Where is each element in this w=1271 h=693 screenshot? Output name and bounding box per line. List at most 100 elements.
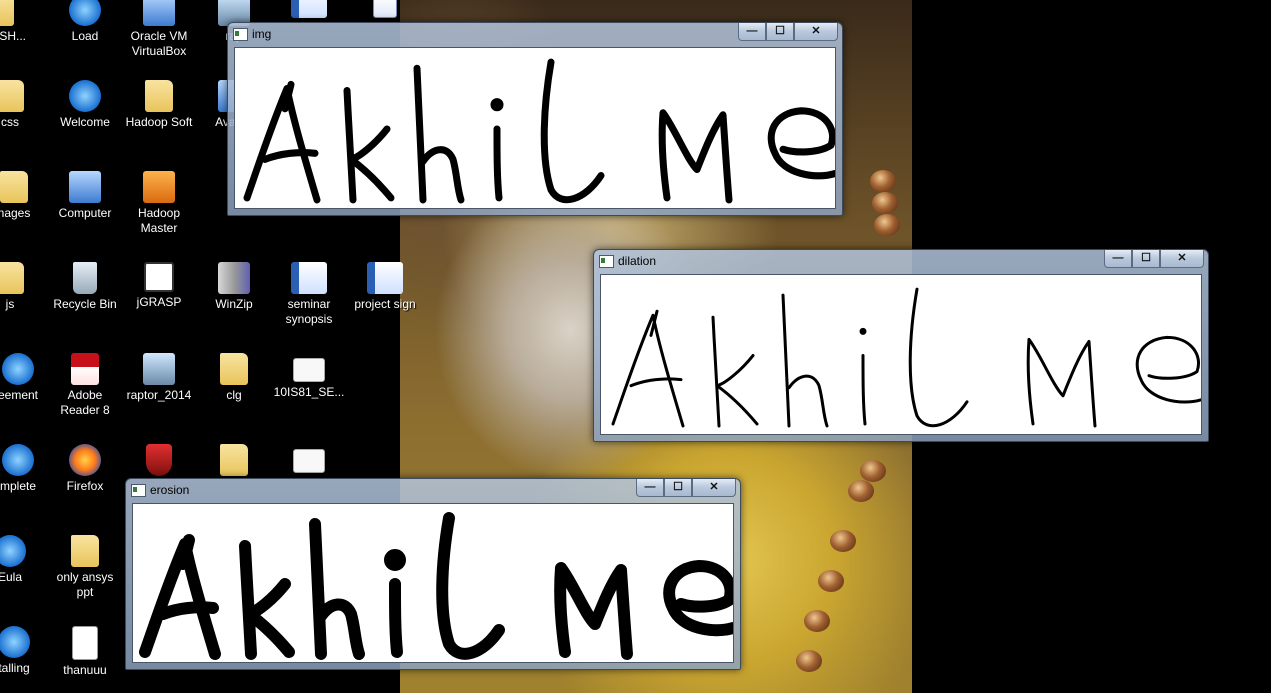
minimize-button[interactable]: — xyxy=(636,479,664,497)
image-canvas xyxy=(600,274,1202,435)
desktop-icon-label: mplete xyxy=(0,479,37,493)
desktop-icon-hadoop-master[interactable]: Hadoop Master xyxy=(121,171,197,236)
desktop-icon-load[interactable]: Load xyxy=(47,0,123,44)
maximize-button[interactable]: ☐ xyxy=(766,23,794,41)
desktop-icon-mcafee[interactable] xyxy=(121,444,197,479)
desktop-icon-thanuuu[interactable]: thanuuu xyxy=(47,626,123,678)
image-canvas xyxy=(234,47,836,209)
desktop-icon-label: eement xyxy=(0,388,39,402)
desktop-icon-clg[interactable]: clg xyxy=(196,353,272,403)
word-document-icon xyxy=(291,262,327,294)
window-controls: — ☐ ✕ xyxy=(1104,250,1204,269)
desktop-icon-word-doc[interactable] xyxy=(271,0,347,21)
desktop-icon-raptor-2014[interactable]: raptor_2014 xyxy=(121,353,197,403)
desktop-icon-label: talling xyxy=(0,661,30,675)
desktop-icon-label: seminar synopsis xyxy=(285,297,333,326)
desktop-icon-label: project sign xyxy=(354,297,416,311)
close-button[interactable]: ✕ xyxy=(692,479,736,497)
desktop-icon-label: Adobe Reader 8 xyxy=(60,388,110,417)
desktop-icon-label: css xyxy=(1,115,19,129)
close-button[interactable]: ✕ xyxy=(1160,250,1204,268)
desktop-icon-js[interactable]: js xyxy=(0,262,48,312)
window-img[interactable]: img — ☐ ✕ xyxy=(227,22,843,216)
signature-image xyxy=(243,58,835,204)
desktop-icon-label: clg xyxy=(226,388,242,402)
desktop-icon-label: Computer xyxy=(58,206,112,220)
desktop-icon-recycle-bin[interactable]: Recycle Bin xyxy=(47,262,123,312)
adobe-reader-icon xyxy=(71,353,99,385)
desktop-icon-project-sign[interactable]: project sign xyxy=(347,262,423,312)
desktop-icon-label: thanuuu xyxy=(63,663,107,677)
desktop-icon-winzip[interactable]: WinZip xyxy=(196,262,272,312)
desktop-icon-welcome[interactable]: Welcome xyxy=(47,80,123,130)
image-file-icon xyxy=(293,449,325,473)
ie-icon xyxy=(2,444,34,476)
winzip-icon xyxy=(218,262,250,294)
title-bar[interactable]: erosion — ☐ ✕ xyxy=(126,479,740,501)
ie-icon xyxy=(2,353,34,385)
desktop-icon-label: Hadoop Soft xyxy=(125,115,193,129)
desktop-icon-folder[interactable] xyxy=(196,444,272,479)
window-controls: — ☐ ✕ xyxy=(738,23,838,42)
desktop-icon-jgrasp[interactable]: jGRASP xyxy=(121,262,197,310)
desktop-icon-seminar-synopsis[interactable]: seminar synopsis xyxy=(271,262,347,327)
desktop-icon-10is81[interactable]: 10IS81_SE... xyxy=(271,353,347,400)
title-bar[interactable]: dilation — ☐ ✕ xyxy=(594,250,1208,272)
window-app-icon xyxy=(233,28,248,41)
computer-icon xyxy=(69,171,101,203)
desktop-icon-label: WinZip xyxy=(215,297,253,311)
desktop-icon-label: Eula xyxy=(0,570,23,584)
desktop-icon-label: jGRASP xyxy=(136,295,182,309)
text-file-icon xyxy=(72,626,98,660)
virtualbox-vm-icon xyxy=(143,171,175,203)
folder-icon xyxy=(0,262,24,294)
window-app-icon xyxy=(599,255,614,268)
desktop-icon-only-ansys-ppt[interactable]: only ansys ppt xyxy=(47,535,123,600)
window-title: erosion xyxy=(150,483,190,497)
close-button[interactable]: ✕ xyxy=(794,23,838,41)
desktop-icon-hadoop-soft[interactable]: Hadoop Soft xyxy=(121,80,197,130)
shortcut-icon xyxy=(373,0,397,18)
virtualbox-icon xyxy=(143,0,175,26)
signature-image xyxy=(139,512,733,660)
desktop-icon-label: only ansys ppt xyxy=(56,570,114,599)
window-app-icon xyxy=(131,484,146,497)
firefox-icon xyxy=(69,444,101,476)
desktop-icon-firefox[interactable]: Firefox xyxy=(47,444,123,494)
mcafee-icon xyxy=(146,444,172,476)
desktop-icon-css[interactable]: css xyxy=(0,80,48,130)
desktop-icon-label: js xyxy=(5,297,15,311)
desktop-icon-installing[interactable]: talling xyxy=(0,626,52,676)
window-dilation[interactable]: dilation — ☐ ✕ xyxy=(593,249,1209,442)
minimize-button[interactable]: — xyxy=(738,23,766,41)
desktop-icon-label: Load xyxy=(71,29,99,43)
desktop-icon-label: Firefox xyxy=(66,479,104,493)
desktop-icon-label: Welcome xyxy=(60,115,110,129)
ie-icon xyxy=(0,626,30,658)
window-title: img xyxy=(252,27,272,41)
desktop-icon-adobe-reader[interactable]: Adobe Reader 8 xyxy=(47,353,123,418)
maximize-button[interactable]: ☐ xyxy=(1132,250,1160,268)
window-controls: — ☐ ✕ xyxy=(636,479,736,498)
desktop-icon-anush[interactable]: ANUSH... xyxy=(0,0,38,44)
folder-icon xyxy=(220,444,248,476)
folder-icon xyxy=(71,535,99,567)
desktop-icon-label: Oracle VM VirtualBox xyxy=(130,29,188,58)
desktop-icon-computer[interactable]: Computer xyxy=(47,171,123,221)
minimize-button[interactable]: — xyxy=(1104,250,1132,268)
image-canvas xyxy=(132,503,734,663)
ie-icon xyxy=(69,80,101,112)
desktop-icon-label: nages xyxy=(0,206,31,220)
desktop-icon-eula[interactable]: Eula xyxy=(0,535,48,585)
title-bar[interactable]: img — ☐ ✕ xyxy=(228,23,842,45)
raptor-icon xyxy=(143,353,175,385)
desktop-icon-images[interactable]: nages xyxy=(0,171,52,221)
desktop-icon-image-file[interactable] xyxy=(271,444,347,476)
desktop-icon-shortcut[interactable] xyxy=(347,0,423,21)
user-folder-icon xyxy=(0,0,14,26)
jgrasp-icon xyxy=(144,262,174,292)
window-erosion[interactable]: erosion — ☐ ✕ xyxy=(125,478,741,670)
folder-icon xyxy=(145,80,173,112)
desktop-icon-virtualbox[interactable]: Oracle VM VirtualBox xyxy=(121,0,197,59)
maximize-button[interactable]: ☐ xyxy=(664,479,692,497)
